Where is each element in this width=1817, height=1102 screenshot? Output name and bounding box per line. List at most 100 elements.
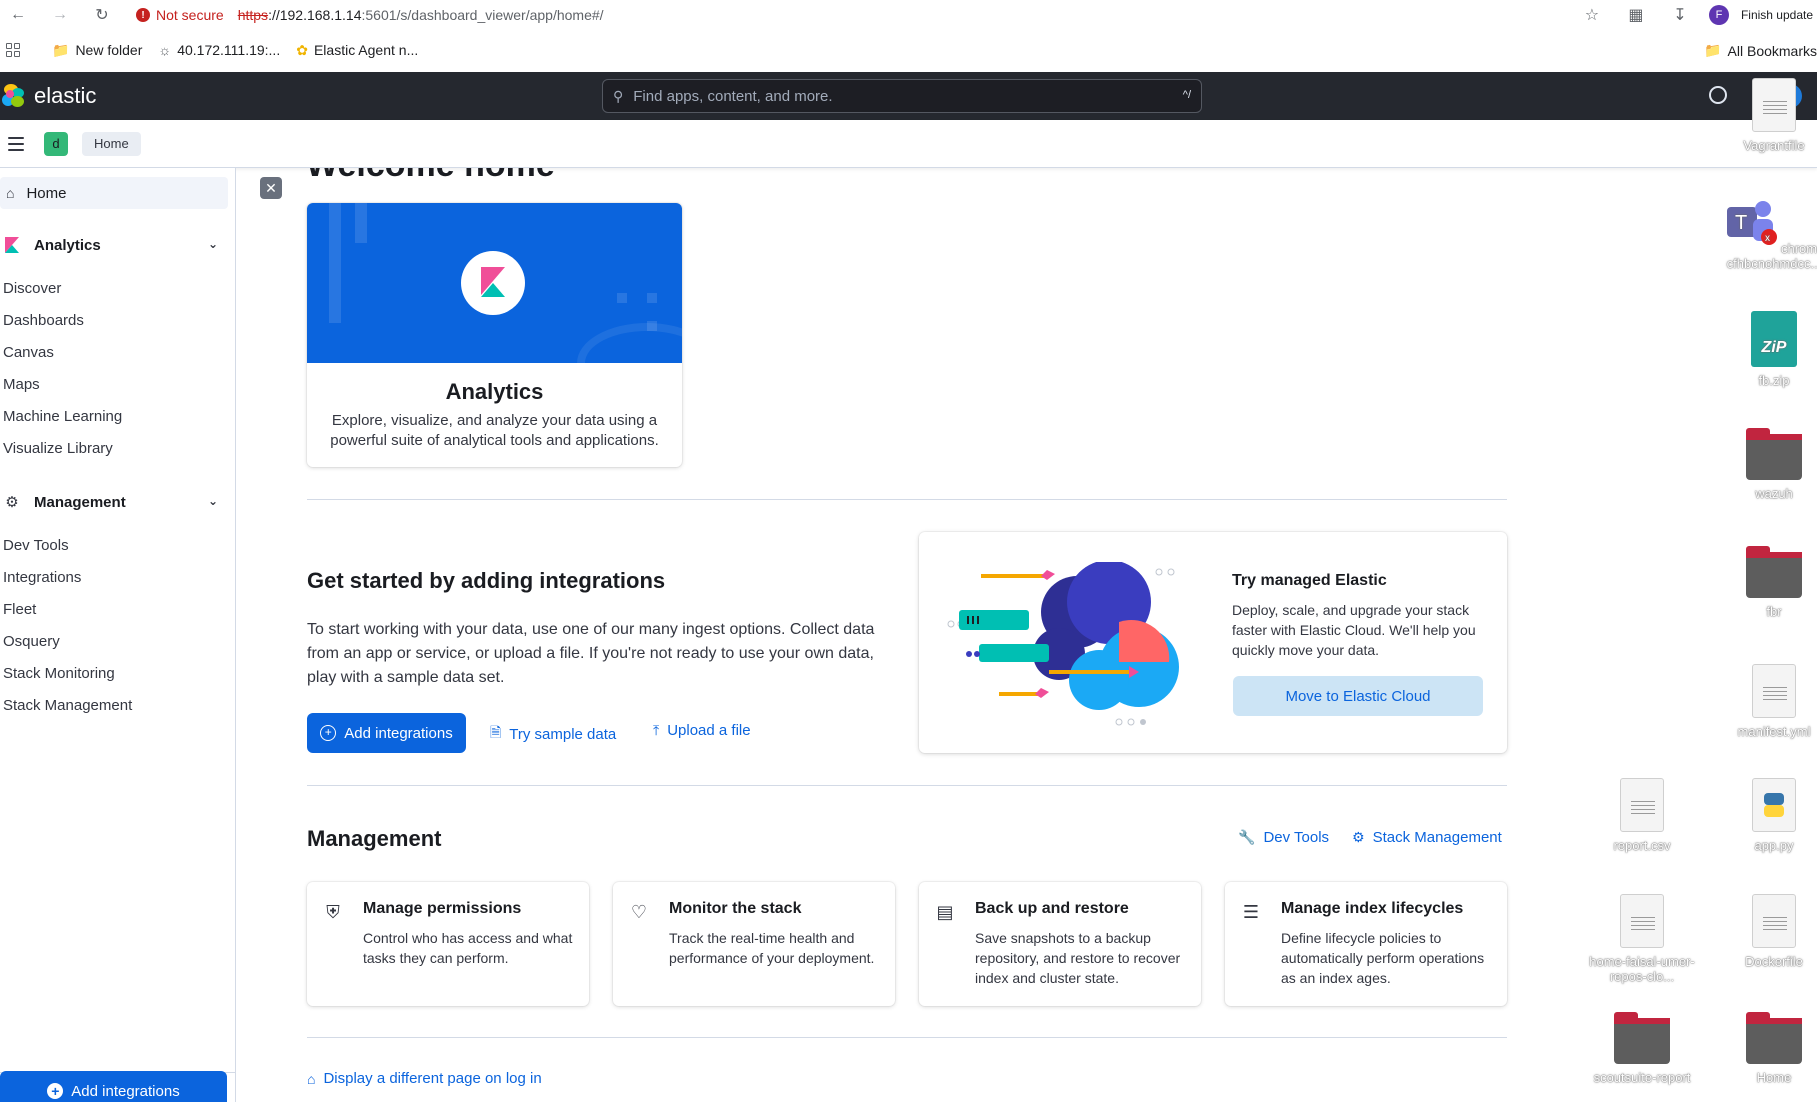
file-icon <box>1620 778 1664 832</box>
desktop-label: Vagrantfile <box>1743 138 1805 153</box>
forward-icon[interactable]: → <box>48 3 72 27</box>
sidebar-item-osquery[interactable]: Osquery <box>3 633 60 650</box>
dev-tools-link[interactable]: 🔧 Dev Tools <box>1238 829 1329 846</box>
sidebar-item-dashboards[interactable]: Dashboards <box>3 312 84 329</box>
divider <box>307 1037 1507 1038</box>
desktop-file-home-faisal[interactable]: home-faisal-umer-repos-clo... <box>1582 894 1702 984</box>
sidebar-item-maps[interactable]: Maps <box>3 376 40 393</box>
desktop-file-report[interactable]: report.csv <box>1582 778 1702 853</box>
warning-icon: ! <box>136 8 150 22</box>
desktop-folder-home[interactable]: Home <box>1714 1012 1817 1085</box>
heartbeat-icon: ♡ <box>630 901 648 922</box>
sidebar-item-machine-learning[interactable]: Machine Learning <box>3 408 122 425</box>
link-label: Upload a file <box>667 722 751 739</box>
analytics-solution-card[interactable]: Analytics Explore, visualize, and analyz… <box>307 203 682 467</box>
desktop-file-apppy[interactable]: app.py <box>1714 778 1817 853</box>
desktop-file-manifest[interactable]: manifest.yml <box>1714 664 1817 739</box>
home-icon: ⌂ <box>307 1070 316 1087</box>
desktop-label: fbr <box>1766 604 1782 619</box>
index-lifecycle-card[interactable]: ☰ Manage index lifecycles Define lifecyc… <box>1225 882 1507 1006</box>
url-protocol: https <box>237 7 269 23</box>
sidebar-item-visualize-library[interactable]: Visualize Library <box>3 440 113 457</box>
upload-file-link[interactable]: ⤒ Upload a file <box>653 722 751 739</box>
desktop-label: app.py <box>1754 838 1794 853</box>
backup-restore-card[interactable]: ▤ Back up and restore Save snapshots to … <box>919 882 1201 1006</box>
desktop-file-vagrantfile[interactable]: Vagrantfile <box>1714 78 1817 153</box>
bookmark-star-icon[interactable]: ☆ <box>1581 4 1603 26</box>
desktop-file-fbzip[interactable]: ZiP fb.zip <box>1714 311 1817 388</box>
add-integrations-button[interactable]: + Add integrations <box>307 713 466 753</box>
kibana-logo-icon <box>461 251 525 315</box>
sidebar-item-stack-management[interactable]: Stack Management <box>3 697 132 714</box>
finish-update-button[interactable]: Finish update <box>1741 8 1817 22</box>
card-description: Control who has access and what tasks th… <box>363 930 573 966</box>
desktop-file-dockerfile[interactable]: Dockerfile <box>1714 894 1817 969</box>
management-section-title: Management <box>307 826 442 851</box>
shield-icon: ⛨ <box>326 901 340 922</box>
button-label: Add integrations <box>344 724 453 742</box>
bookmark-ip[interactable]: ☼ 40.172.111.19:... <box>158 42 280 58</box>
apps-icon[interactable] <box>6 43 20 57</box>
breadcrumb: d Home <box>0 120 1817 168</box>
monitor-stack-card[interactable]: ♡ Monitor the stack Track the real-time … <box>613 882 895 1006</box>
reload-icon[interactable]: ↻ <box>90 3 114 27</box>
not-secure-label: Not secure <box>156 7 224 23</box>
sidebar-item-dev-tools[interactable]: Dev Tools <box>3 537 69 554</box>
space-avatar[interactable]: d <box>44 131 68 156</box>
sidebar-item-discover[interactable]: Discover <box>3 280 61 297</box>
file-icon <box>1620 894 1664 948</box>
address-bar[interactable]: https://192.168.1.14:5601/s/dashboard_vi… <box>238 7 604 23</box>
close-nav-button[interactable]: ✕ <box>260 177 282 199</box>
try-sample-data-link[interactable]: 🗎 Try sample data <box>490 722 616 746</box>
desktop-label: manifest.yml <box>1737 724 1811 739</box>
stack-management-link[interactable]: ⚙ Stack Management <box>1352 829 1502 846</box>
sidebar-group-management[interactable]: ⚙ Management ⌄ <box>0 486 228 518</box>
back-icon[interactable]: ← <box>6 3 30 27</box>
card-description: Define lifecycle policies to automatical… <box>1281 930 1485 986</box>
folder-icon: 📁 <box>1704 42 1722 58</box>
bookmark-elastic-agent[interactable]: ✿ Elastic Agent n... <box>296 42 418 59</box>
sidebar-item-canvas[interactable]: Canvas <box>3 344 54 361</box>
button-label: Add integrations <box>71 1082 180 1100</box>
download-icon[interactable]: ↧ <box>1669 4 1691 26</box>
display-different-page-link[interactable]: ⌂ Display a different page on log in <box>307 1070 542 1087</box>
all-bookmarks[interactable]: 📁 All Bookmarks <box>1704 42 1817 59</box>
sidebar-item-label: Home <box>26 184 67 202</box>
link-label: Try sample data <box>509 725 617 743</box>
desktop-folder-fbr[interactable]: fbr <box>1714 546 1817 619</box>
file-icon <box>1752 78 1796 132</box>
desktop-folder-wazuh[interactable]: wazuh <box>1714 428 1817 501</box>
folder-icon: 📁 <box>52 41 70 58</box>
python-file-icon <box>1752 778 1796 832</box>
not-secure-indicator[interactable]: ! Not secure <box>136 7 224 23</box>
sidebar-item-fleet[interactable]: Fleet <box>3 601 36 618</box>
sidebar-group-analytics[interactable]: Analytics ⌄ <box>0 229 228 261</box>
desktop-label: fb.zip <box>1758 373 1790 388</box>
home-icon: ⌂ <box>6 185 15 201</box>
url-host: ://192.168.1.14 <box>268 7 362 23</box>
sidebar-item-home[interactable]: ⌂ Home <box>0 177 228 209</box>
cloud-card-title: Try managed Elastic <box>1232 572 1387 589</box>
sidebar-group-label: Management <box>34 493 126 511</box>
sidebar-item-integrations[interactable]: Integrations <box>3 569 81 586</box>
desktop-folder-scoutsuite[interactable]: scoutsuite-report <box>1582 1012 1702 1085</box>
global-search-input[interactable]: ⚲ Find apps, content, and more. ^/ <box>602 79 1202 113</box>
kibana-header: elastic ⚲ Find apps, content, and more. … <box>0 72 1817 120</box>
search-placeholder: Find apps, content, and more. <box>633 87 833 105</box>
card-title: Back up and restore <box>975 900 1129 917</box>
sidebar-add-integrations-button[interactable]: + Add integrations <box>0 1071 227 1102</box>
bookmark-new-folder[interactable]: 📁 New folder <box>52 42 142 59</box>
get-started-title: Get started by adding integrations <box>307 568 666 593</box>
manage-permissions-card[interactable]: ⛨ Manage permissions Control who has acc… <box>307 882 589 1006</box>
desktop-app-teams[interactable]: Tx chrome-cfhbcnohmdcc... <box>1714 195 1817 271</box>
move-to-cloud-button[interactable]: Move to Elastic Cloud <box>1233 676 1483 716</box>
cloud-illustration-icon <box>947 562 1179 726</box>
sidebar-item-stack-monitoring[interactable]: Stack Monitoring <box>3 665 115 682</box>
elastic-logo-icon <box>2 84 26 108</box>
breadcrumb-home[interactable]: Home <box>82 131 141 156</box>
elastic-logo[interactable]: elastic <box>2 83 96 109</box>
menu-toggle-icon[interactable] <box>8 136 24 151</box>
sidebar-group-label: Analytics <box>34 236 101 254</box>
profile-avatar[interactable]: F <box>1708 5 1729 25</box>
extensions-icon[interactable]: ▦ <box>1625 4 1647 26</box>
